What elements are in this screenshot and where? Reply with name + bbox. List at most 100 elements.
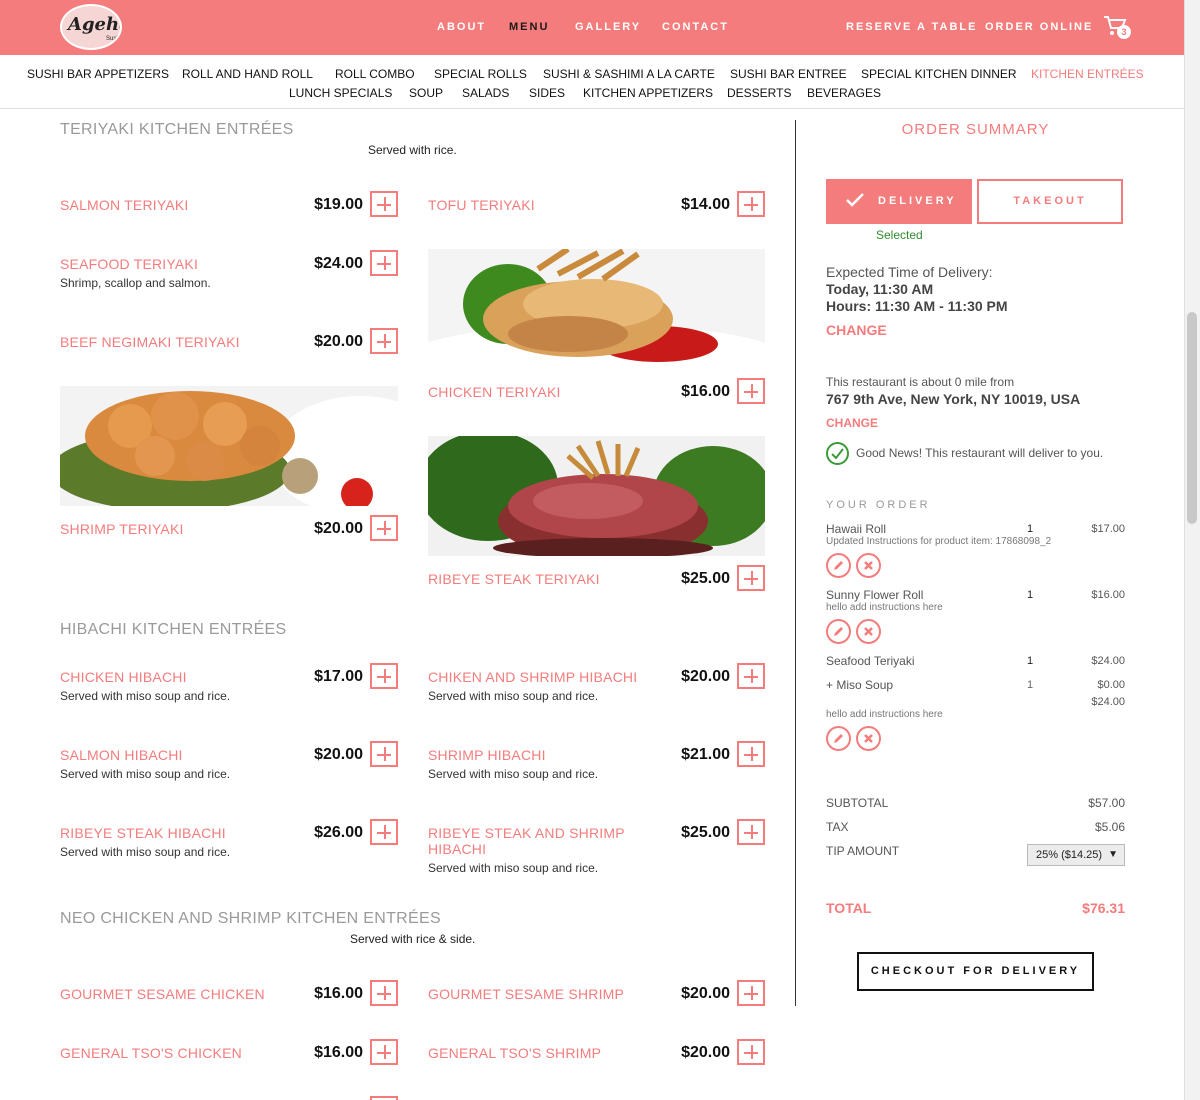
add-item-button[interactable] <box>737 378 765 404</box>
add-item-button[interactable] <box>737 191 765 217</box>
chicken-teriyaki-photo[interactable] <box>428 249 765 369</box>
delivery-available-message: Good News! This restaurant will deliver … <box>856 446 1104 460</box>
menu-item-name[interactable]: CHICKEN HIBACHI <box>60 669 187 685</box>
category-desserts[interactable]: DESSERTS <box>727 86 791 100</box>
menu-item-description: Served with miso soup and rice. <box>428 689 599 703</box>
cart-count-badge: 3 <box>1117 25 1131 39</box>
order-item-name: Sunny Flower Roll <box>826 588 924 602</box>
change-time-link[interactable]: CHANGE <box>826 322 887 338</box>
edit-item-button[interactable] <box>826 726 851 751</box>
checkout-button[interactable]: CHECKOUT FOR DELIVERY <box>857 952 1094 991</box>
nav-contact[interactable]: CONTACT <box>662 21 729 33</box>
menu-item-name[interactable]: CHIKEN AND SHRIMP HIBACHI <box>428 669 637 685</box>
category-beverages[interactable]: BEVERAGES <box>807 86 881 100</box>
menu-item-description: Served with miso soup and rice. <box>428 861 599 875</box>
order-item-note: hello add instructions here <box>826 602 943 613</box>
add-item-button[interactable] <box>370 819 398 845</box>
remove-item-button[interactable] <box>856 726 881 751</box>
ribeye-steak-teriyaki-photo[interactable] <box>428 436 765 556</box>
tax-label: TAX <box>826 820 849 834</box>
section-note-neo: Served with rice & side. <box>350 932 476 946</box>
order-addon-price: $0.00 <box>1097 679 1125 691</box>
tip-amount-select[interactable]: 25% ($14.25) ▼ <box>1027 844 1125 866</box>
add-item-button[interactable] <box>370 1096 398 1100</box>
remove-item-button[interactable] <box>856 553 881 578</box>
category-sushi-bar-appetizers[interactable]: SUSHI BAR APPETIZERS <box>27 67 169 81</box>
nav-menu[interactable]: MENU <box>509 21 549 33</box>
menu-item-name[interactable]: SHRIMP HIBACHI <box>428 747 546 763</box>
section-note-teriyaki: Served with rice. <box>368 143 457 157</box>
add-item-button[interactable] <box>737 741 765 767</box>
order-item-line-total: $24.00 <box>1091 696 1125 708</box>
menu-item-name[interactable]: GENERAL TSO'S CHICKEN <box>60 1045 242 1061</box>
category-salads[interactable]: SALADS <box>462 86 509 100</box>
menu-item-name[interactable]: CHICKEN TERIYAKI <box>428 384 561 400</box>
menu-item-name[interactable]: SALMON HIBACHI <box>60 747 183 763</box>
menu-item-name[interactable]: SALMON TERIYAKI <box>60 197 189 213</box>
nav-order-online[interactable]: ORDER ONLINE <box>985 21 1093 33</box>
category-special-kitchen-dinner[interactable]: SPECIAL KITCHEN DINNER <box>861 67 1017 81</box>
order-item-note: hello add instructions here <box>826 709 943 720</box>
menu-item-name[interactable]: RIBEYE STEAK HIBACHI <box>60 825 226 841</box>
add-item-button[interactable] <box>370 980 398 1006</box>
category-kitchen-appetizers[interactable]: KITCHEN APPETIZERS <box>583 86 713 100</box>
menu-item-price: $17.00 <box>314 668 363 685</box>
category-sides[interactable]: SIDES <box>529 86 565 100</box>
add-item-button[interactable] <box>737 819 765 845</box>
category-roll-and-hand-roll[interactable]: ROLL AND HAND ROLL <box>182 67 313 81</box>
nav-reserve-table[interactable]: RESERVE A TABLE <box>846 21 977 33</box>
page-scrollbar[interactable] <box>1184 0 1200 1100</box>
category-sushi-sashimi[interactable]: SUSHI & SASHIMI A LA CARTE <box>543 67 715 81</box>
menu-item-name[interactable]: GOURMET SESAME CHICKEN <box>60 986 265 1002</box>
category-lunch-specials[interactable]: LUNCH SPECIALS <box>289 86 392 100</box>
change-address-link[interactable]: CHANGE <box>826 416 878 430</box>
order-addon-qty: 1 <box>1027 679 1034 691</box>
menu-item-name[interactable]: TOFU TERIYAKI <box>428 197 535 213</box>
category-special-rolls[interactable]: SPECIAL ROLLS <box>434 67 527 81</box>
add-item-button[interactable] <box>737 1039 765 1065</box>
order-item-name: Hawaii Roll <box>826 522 887 536</box>
delivery-address: 767 9th Ave, New York, NY 10019, USA <box>826 391 1081 407</box>
subtotal-label: SUBTOTAL <box>826 796 889 810</box>
menu-item-name[interactable]: SHRIMP TERIYAKI <box>60 521 184 537</box>
add-item-button[interactable] <box>737 663 765 689</box>
edit-item-button[interactable] <box>826 619 851 644</box>
menu-item-price: $14.00 <box>681 196 730 213</box>
menu-item-name[interactable]: RIBEYE STEAK AND SHRIMP HIBACHI <box>428 825 638 857</box>
add-item-button[interactable] <box>370 741 398 767</box>
takeout-button[interactable]: TAKEOUT <box>977 179 1123 224</box>
ageha-logo[interactable]: Ageha Sushi <box>60 4 122 50</box>
menu-item-name[interactable]: BEEF NEGIMAKI TERIYAKI <box>60 334 240 350</box>
menu-item-price: $20.00 <box>681 668 730 685</box>
nav-about[interactable]: ABOUT <box>437 21 486 33</box>
dropdown-arrow-icon: ▼ <box>1108 849 1118 860</box>
menu-item-name[interactable]: GOURMET SESAME SHRIMP <box>428 986 624 1002</box>
category-soup[interactable]: SOUP <box>409 86 443 100</box>
add-item-button[interactable] <box>737 980 765 1006</box>
add-item-button[interactable] <box>370 515 398 541</box>
shrimp-teriyaki-photo[interactable] <box>60 386 398 506</box>
order-item-qty: 1 <box>1027 655 1034 667</box>
add-item-button[interactable] <box>370 191 398 217</box>
add-item-button[interactable] <box>370 250 398 276</box>
menu-item-description: Served with miso soup and rice. <box>428 767 599 781</box>
scrollbar-thumb[interactable] <box>1187 312 1197 524</box>
add-item-button[interactable] <box>370 663 398 689</box>
category-sushi-bar-entree[interactable]: SUSHI BAR ENTREE <box>730 67 847 81</box>
menu-item-name[interactable]: SEAFOOD TERIYAKI <box>60 256 198 272</box>
edit-item-button[interactable] <box>826 553 851 578</box>
cart-button[interactable]: 3 <box>1103 15 1133 41</box>
delivery-button[interactable]: DELIVERY <box>826 179 972 224</box>
nav-gallery[interactable]: GALLERY <box>575 21 641 33</box>
category-kitchen-entrees[interactable]: KITCHEN ENTRÉES <box>1031 67 1144 81</box>
add-item-button[interactable] <box>370 1039 398 1065</box>
order-item-note: Updated Instructions for product item: 1… <box>826 536 1052 547</box>
menu-item-name[interactable]: GENERAL TSO'S SHRIMP <box>428 1045 601 1061</box>
add-item-button[interactable] <box>737 565 765 591</box>
add-item-button[interactable] <box>370 328 398 354</box>
category-roll-combo[interactable]: ROLL COMBO <box>335 67 415 81</box>
remove-item-button[interactable] <box>856 619 881 644</box>
total-label: TOTAL <box>826 900 872 916</box>
tip-label: TIP AMOUNT <box>826 844 900 858</box>
menu-item-name[interactable]: RIBEYE STEAK TERIYAKI <box>428 571 600 587</box>
